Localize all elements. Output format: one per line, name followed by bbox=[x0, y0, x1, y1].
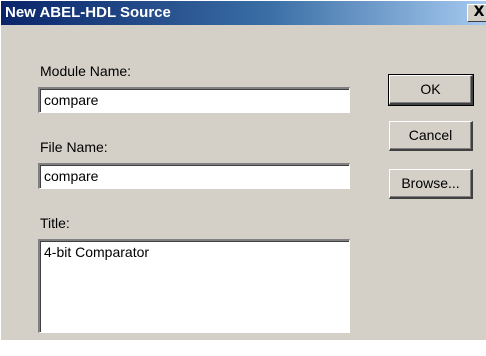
cancel-button[interactable]: Cancel bbox=[389, 121, 473, 151]
close-icon[interactable]: X bbox=[467, 4, 486, 22]
title-textarea[interactable]: 4-bit Comparator bbox=[38, 239, 350, 333]
module-name-label: Module Name: bbox=[40, 63, 132, 79]
new-abel-hdl-source-dialog: New ABEL-HDL Source X Module Name: compa… bbox=[0, 0, 486, 340]
file-name-input[interactable]: compare bbox=[38, 163, 350, 189]
module-name-input[interactable]: compare bbox=[38, 87, 350, 113]
title-label: Title: bbox=[40, 215, 70, 231]
ok-button[interactable]: OK bbox=[388, 74, 474, 106]
title-bar[interactable]: New ABEL-HDL Source X bbox=[1, 1, 486, 25]
dialog-title: New ABEL-HDL Source bbox=[5, 4, 171, 21]
browse-button[interactable]: Browse... bbox=[389, 169, 473, 199]
file-name-label: File Name: bbox=[40, 139, 108, 155]
